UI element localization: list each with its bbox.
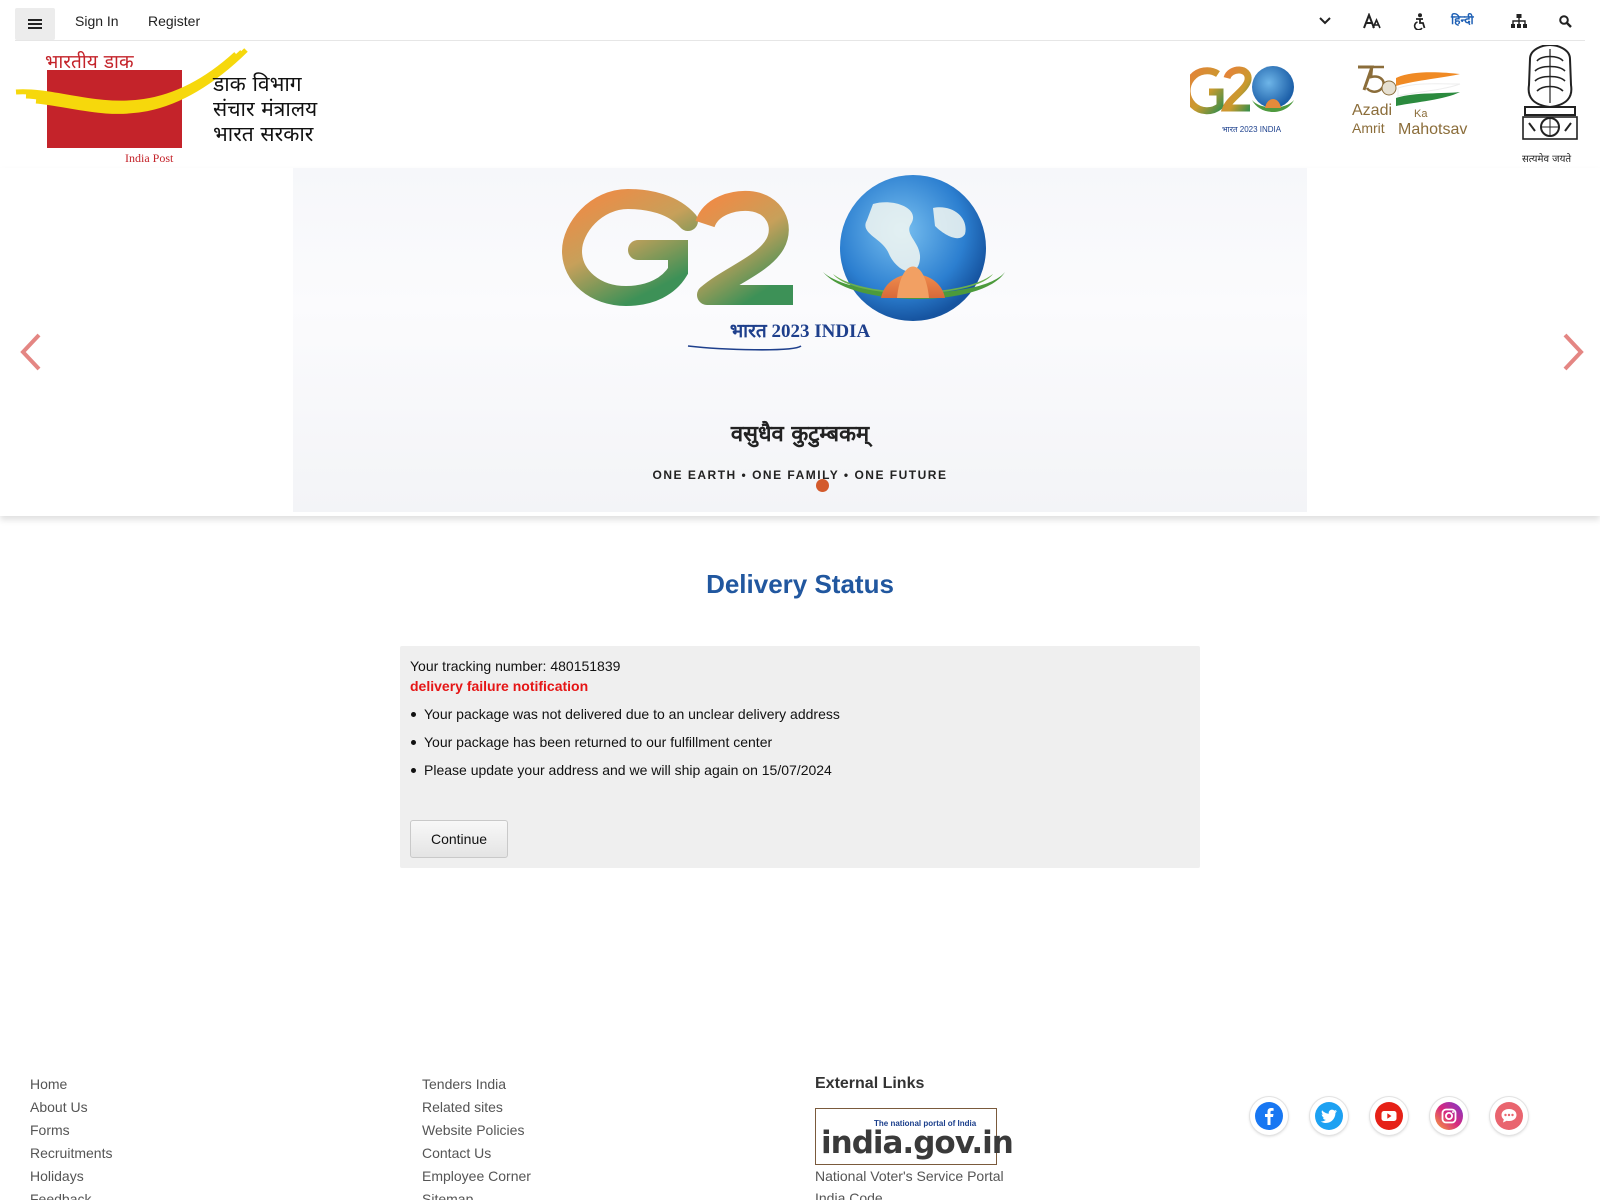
mahotsav-text: Mahotsav <box>1398 121 1468 138</box>
menu-icon <box>28 18 42 30</box>
footer-link-about[interactable]: About Us <box>30 1099 112 1122</box>
facebook-link[interactable] <box>1250 1097 1288 1135</box>
banner-motto-english: ONE EARTH • ONE FAMILY • ONE FUTURE <box>652 468 948 482</box>
footer-link-related-sites[interactable]: Related sites <box>422 1099 531 1122</box>
external-link-india-code[interactable]: India Code <box>815 1190 883 1200</box>
india-gov-in-banner[interactable]: The national portal of India india.gov.i… <box>815 1108 1014 1165</box>
youtube-link[interactable] <box>1370 1097 1408 1135</box>
g20-small-caption: भारत 2023 INDIA <box>1222 125 1282 134</box>
g20-logo[interactable]: भारत 2023 INDIA <box>1190 62 1300 142</box>
carousel-indicator-dot[interactable] <box>816 479 829 492</box>
azadi-ka-amrit-mahotsav-logo[interactable]: Azadi Ka Amrit Mahotsav <box>1352 62 1487 142</box>
department-name: डाक विभाग संचार मंत्रालय भारत सरकार <box>213 72 317 147</box>
carousel-next-arrow[interactable] <box>1555 330 1591 374</box>
continue-button[interactable]: Continue <box>410 820 508 858</box>
department-line-1: डाक विभाग <box>213 72 302 96</box>
sitemap-icon[interactable] <box>1508 11 1530 31</box>
menu-button[interactable] <box>15 8 55 40</box>
register-link[interactable]: Register <box>148 13 200 29</box>
text-size-icon[interactable] <box>1361 11 1383 31</box>
banner-motto-hindi: वसुधैव कुटुम्बकम् <box>730 422 870 447</box>
azadi-ka-text: Ka <box>1414 108 1428 120</box>
chat-link[interactable] <box>1490 1097 1528 1135</box>
department-line-2: संचार मंत्रालय <box>213 97 318 121</box>
banner-swash <box>687 345 802 351</box>
youtube-icon <box>1375 1102 1403 1130</box>
india-gov-text: india.gov.in <box>821 1125 1014 1161</box>
logo-english-text: India Post <box>125 151 174 165</box>
national-emblem: सत्यमेव जयते <box>1515 45 1585 165</box>
emblem-icon <box>1522 45 1578 140</box>
twitter-link[interactable] <box>1310 1097 1348 1135</box>
page-title: Delivery Status <box>706 569 894 599</box>
accessibility-icon[interactable] <box>1409 11 1431 31</box>
footer-link-sitemap[interactable]: Sitemap <box>422 1191 531 1200</box>
amrit-text: Amrit <box>1352 120 1385 136</box>
search-icon[interactable] <box>1554 11 1576 31</box>
external-links-title: External Links <box>815 1075 925 1092</box>
azadi-text: Azadi <box>1352 102 1393 119</box>
top-bar: Sign In Register हिन्दी <box>15 0 1585 41</box>
instagram-link[interactable] <box>1430 1097 1468 1135</box>
banner-slide: भारत 2023 INDIA वसुधैव कुटुम्बकम् ONE EA… <box>293 168 1307 512</box>
hindi-language-link[interactable]: हिन्दी <box>1451 11 1474 28</box>
department-line-3: भारत सरकार <box>213 122 314 146</box>
list-item: Your package was not delivered due to an… <box>411 706 840 734</box>
list-item: Please update your address and we will s… <box>411 762 840 790</box>
facebook-icon <box>1255 1102 1283 1130</box>
footer-link-contact[interactable]: Contact Us <box>422 1145 531 1168</box>
chevron-right-icon <box>1563 333 1584 371</box>
twitter-icon <box>1315 1102 1343 1130</box>
footer-link-tenders[interactable]: Tenders India <box>422 1076 531 1099</box>
chevron-left-icon <box>20 333 41 371</box>
footer-link-home[interactable]: Home <box>30 1076 112 1099</box>
list-item: Your package has been returned to our fu… <box>411 734 840 762</box>
footer-links-col-1: Home About Us Forms Recruitments Holiday… <box>30 1076 112 1200</box>
footer-link-forms[interactable]: Forms <box>30 1122 112 1145</box>
delivery-status-panel: Your tracking number: 480151839 delivery… <box>400 646 1200 868</box>
carousel-prev-arrow[interactable] <box>15 330 51 374</box>
status-message-list: Your package was not delivered due to an… <box>411 706 840 790</box>
footer-link-holidays[interactable]: Holidays <box>30 1168 112 1191</box>
instagram-icon <box>1435 1102 1463 1130</box>
tracking-number: Your tracking number: 480151839 <box>410 658 621 674</box>
external-link-voters-portal[interactable]: National Voter's Service Portal <box>815 1168 1004 1184</box>
emblem-caption: सत्यमेव जयते <box>1522 154 1572 165</box>
chevron-down-icon[interactable] <box>1314 11 1336 31</box>
footer-link-feedback[interactable]: Feedback <box>30 1191 112 1200</box>
footer-links-col-2: Tenders India Related sites Website Poli… <box>422 1076 531 1200</box>
footer-link-recruitments[interactable]: Recruitments <box>30 1145 112 1168</box>
failure-notice: delivery failure notification <box>410 678 589 694</box>
footer-link-policies[interactable]: Website Policies <box>422 1122 531 1145</box>
sign-in-link[interactable]: Sign In <box>75 13 119 29</box>
chat-icon <box>1495 1102 1523 1130</box>
footer-link-employee-corner[interactable]: Employee Corner <box>422 1168 531 1191</box>
